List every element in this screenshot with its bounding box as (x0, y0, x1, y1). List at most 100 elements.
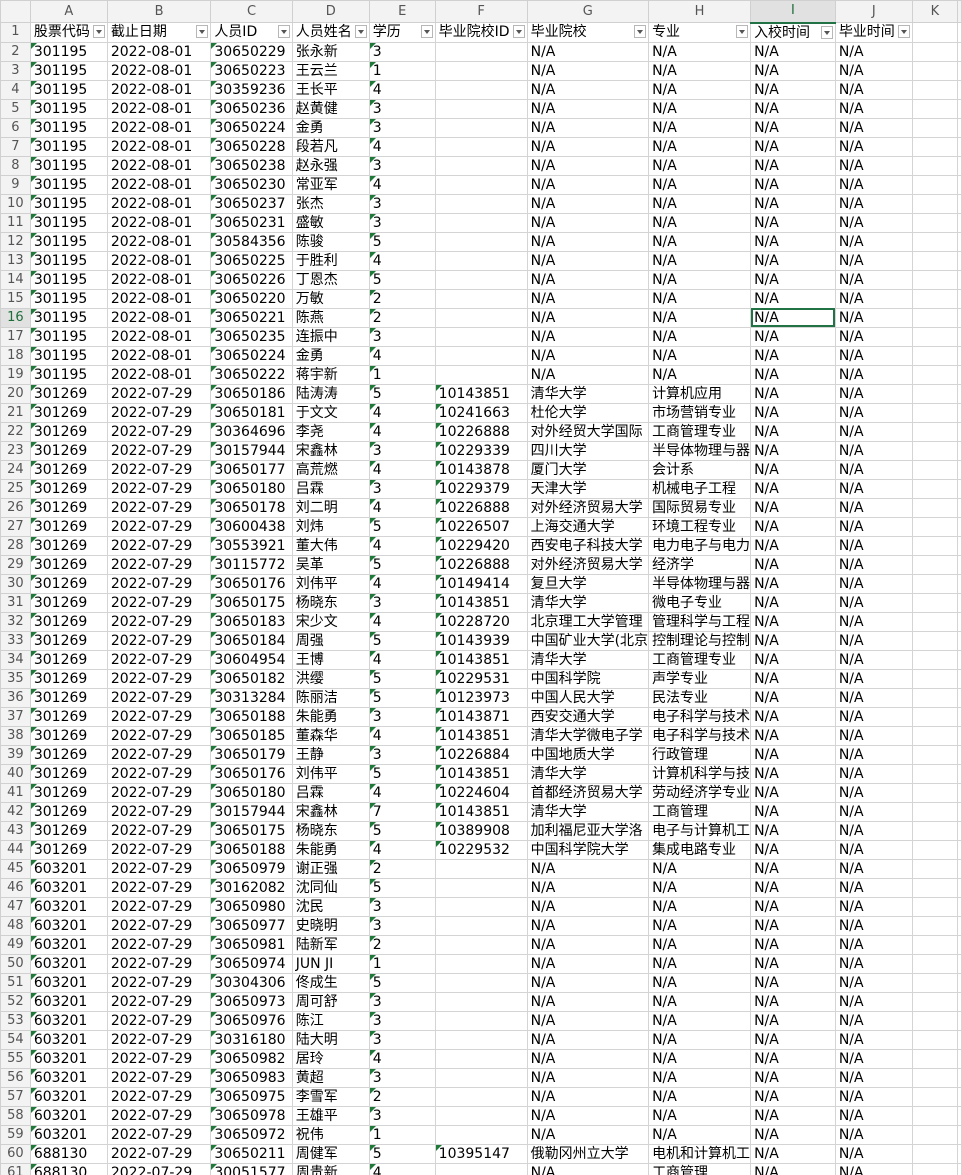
cell[interactable]: 301269 (29, 668, 108, 689)
cell[interactable]: N/A (526, 60, 650, 81)
cell[interactable]: N/A (750, 117, 836, 138)
row-header[interactable]: 57 (0, 1086, 31, 1107)
cell[interactable]: 2022-07-29 (106, 516, 212, 537)
header-cell[interactable]: 毕业院校ID (434, 22, 528, 43)
cell[interactable]: N/A (834, 1067, 913, 1088)
cell[interactable] (434, 858, 528, 879)
row-header[interactable]: 54 (0, 1029, 31, 1050)
cell[interactable]: 7 (368, 801, 436, 822)
cell[interactable] (911, 820, 959, 841)
cell[interactable]: 30650229 (210, 41, 293, 62)
cell[interactable] (957, 934, 962, 955)
cell[interactable]: 30051577 (210, 1162, 293, 1175)
cell[interactable]: 2022-07-29 (106, 820, 212, 841)
cell[interactable] (434, 307, 528, 328)
cell[interactable]: N/A (834, 858, 913, 879)
cell[interactable]: N/A (526, 136, 650, 157)
cell[interactable]: N/A (834, 744, 913, 765)
cell[interactable]: 30157944 (210, 801, 293, 822)
cell[interactable]: N/A (526, 41, 650, 62)
cell[interactable]: N/A (526, 98, 650, 119)
cell[interactable]: 上海交通大学 (526, 516, 650, 537)
row-header[interactable]: 27 (0, 516, 31, 537)
cell[interactable]: N/A (648, 136, 752, 157)
row-header[interactable]: 21 (0, 402, 31, 423)
cell[interactable]: N/A (750, 516, 836, 537)
cell[interactable]: 2022-07-29 (106, 1048, 212, 1069)
cell[interactable]: 杨晓东 (291, 820, 370, 841)
cell[interactable]: 居玲 (291, 1048, 370, 1069)
cell[interactable]: 2022-08-01 (106, 345, 212, 366)
cell[interactable]: 301269 (29, 478, 108, 499)
cell[interactable]: 301195 (29, 155, 108, 176)
cell[interactable]: 3 (368, 155, 436, 176)
cell[interactable]: 3 (368, 326, 436, 347)
cell[interactable]: 30650221 (210, 307, 293, 328)
cell[interactable]: N/A (834, 516, 913, 537)
cell[interactable]: 1 (368, 60, 436, 81)
cell[interactable]: N/A (750, 79, 836, 100)
cell[interactable]: 电子科学与技术 (648, 725, 752, 746)
column-header-B[interactable]: B (106, 0, 212, 23)
cell[interactable]: 2 (368, 1086, 436, 1107)
cell[interactable] (434, 896, 528, 917)
cell[interactable]: 30553921 (210, 535, 293, 556)
cell[interactable]: N/A (750, 991, 836, 1012)
row-header[interactable]: 32 (0, 611, 31, 632)
cell[interactable] (957, 725, 962, 746)
cell[interactable]: N/A (648, 155, 752, 176)
cell[interactable]: 朱能勇 (291, 706, 370, 727)
cell[interactable]: N/A (526, 250, 650, 271)
cell[interactable]: 4 (368, 402, 436, 423)
cell[interactable]: 周可舒 (291, 991, 370, 1012)
cell[interactable]: N/A (834, 649, 913, 670)
cell[interactable]: N/A (750, 896, 836, 917)
row-header[interactable]: 20 (0, 383, 31, 404)
cell[interactable]: 王雄平 (291, 1105, 370, 1126)
cell[interactable]: 市场营销专业 (648, 402, 752, 423)
cell[interactable]: N/A (750, 1086, 836, 1107)
cell[interactable]: 30650220 (210, 288, 293, 309)
cell[interactable]: 杨晓东 (291, 592, 370, 613)
cell[interactable] (957, 497, 962, 518)
cell[interactable] (957, 877, 962, 898)
cell[interactable]: N/A (526, 269, 650, 290)
cell[interactable]: 301195 (29, 41, 108, 62)
cell[interactable]: N/A (834, 326, 913, 347)
column-header-C[interactable]: C (210, 0, 293, 23)
cell[interactable]: 2 (368, 307, 436, 328)
cell[interactable]: 2 (368, 288, 436, 309)
cell[interactable]: 清华大学 (526, 383, 650, 404)
row-header[interactable]: 8 (0, 155, 31, 176)
cell[interactable]: 2022-07-29 (106, 915, 212, 936)
cell[interactable] (957, 117, 962, 138)
cell[interactable]: 会计系 (648, 459, 752, 480)
cell[interactable]: N/A (834, 402, 913, 423)
cell[interactable]: 常亚军 (291, 174, 370, 195)
cell[interactable]: 301195 (29, 193, 108, 214)
cell[interactable]: N/A (834, 383, 913, 404)
cell[interactable]: N/A (834, 877, 913, 898)
cell[interactable]: 蒋宇新 (291, 364, 370, 385)
cell[interactable] (911, 440, 959, 461)
cell[interactable]: 10143851 (434, 801, 528, 822)
header-cell[interactable]: 人员姓名 (291, 22, 370, 43)
cell[interactable]: 陈江 (291, 1010, 370, 1031)
cell[interactable]: N/A (648, 79, 752, 100)
cell[interactable]: 30650181 (210, 402, 293, 423)
row-header[interactable]: 18 (0, 345, 31, 366)
cell[interactable]: N/A (750, 1105, 836, 1126)
cell[interactable]: N/A (648, 269, 752, 290)
cell[interactable]: 10143851 (434, 592, 528, 613)
cell[interactable]: 603201 (29, 1124, 108, 1145)
cell[interactable]: 2022-07-29 (106, 896, 212, 917)
cell[interactable] (957, 630, 962, 651)
cell[interactable]: 2022-07-29 (106, 782, 212, 803)
cell[interactable]: 行政管理 (648, 744, 752, 765)
cell[interactable]: 30650176 (210, 573, 293, 594)
cell[interactable]: N/A (648, 307, 752, 328)
row-header[interactable]: 61 (0, 1162, 31, 1175)
cell[interactable]: 10226884 (434, 744, 528, 765)
cell[interactable]: N/A (526, 364, 650, 385)
cell[interactable]: 万敏 (291, 288, 370, 309)
